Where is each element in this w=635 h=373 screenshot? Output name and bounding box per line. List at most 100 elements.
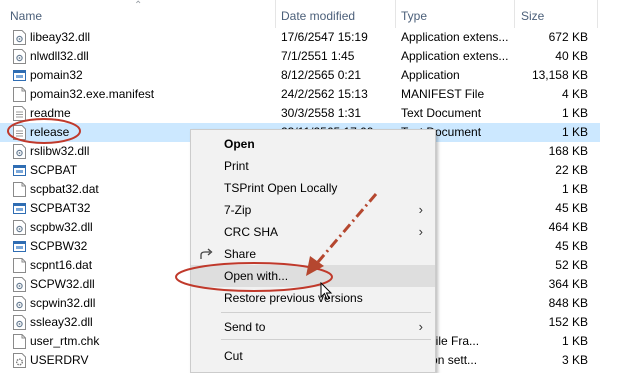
file-size: 1 KB	[561, 125, 588, 139]
file-size: 364 KB	[548, 277, 588, 291]
file-type: Application extens...	[401, 49, 509, 63]
menu-item-restore-previous-versions[interactable]: Restore previous versions	[191, 287, 435, 309]
file-type: Application extens...	[401, 30, 509, 44]
menu-item-label: Restore previous versions	[224, 291, 363, 305]
column-header-name[interactable]: Name	[10, 9, 42, 23]
file-size: 52 KB	[555, 258, 588, 272]
dll-file-icon	[13, 144, 26, 159]
file-row[interactable]: libeay32.dll 17/6/2547 15:19 Application e…	[0, 28, 600, 47]
file-size: 848 KB	[548, 296, 588, 310]
menu-item-label: Send to	[224, 320, 266, 334]
application-icon	[13, 201, 26, 216]
file-size: 1 KB	[561, 106, 588, 120]
menu-item-share[interactable]: Share	[191, 243, 435, 265]
blank-file-icon	[13, 182, 26, 197]
file-name: readme	[30, 106, 71, 120]
column-divider[interactable]	[514, 0, 515, 28]
column-divider[interactable]	[275, 0, 276, 28]
file-date-modified: 17/6/2547 15:19	[281, 30, 368, 44]
file-name: user_rtm.chk	[30, 334, 100, 348]
file-name: rslibw32.dll	[30, 144, 90, 158]
text-file-icon	[13, 106, 26, 121]
file-size: 40 KB	[555, 49, 588, 63]
menu-item-cut[interactable]: Cut	[191, 345, 435, 367]
mouse-cursor-icon	[320, 282, 333, 301]
file-name: ssleay32.dll	[30, 315, 93, 329]
menu-item-label: Open	[224, 137, 255, 151]
file-name: nlwdll32.dll	[30, 49, 89, 63]
file-size: 45 KB	[555, 201, 588, 215]
menu-item-label: CRC SHA	[224, 225, 279, 239]
file-date-modified: 30/3/2558 1:31	[281, 106, 362, 120]
file-size: 672 KB	[548, 30, 588, 44]
column-divider[interactable]	[597, 0, 598, 28]
file-size: 464 KB	[548, 220, 588, 234]
blank-file-icon	[13, 258, 26, 273]
text-file-icon	[13, 125, 26, 140]
file-row[interactable]: pomain32 8/12/2565 0:21 Application 13,158 …	[0, 66, 600, 85]
file-size: 45 KB	[555, 239, 588, 253]
file-name: pomain32.exe.manifest	[30, 87, 155, 101]
chevron-right-icon: ›	[418, 202, 423, 217]
sort-ascending-icon[interactable]: ⌃	[134, 0, 142, 11]
file-row[interactable]: pomain32.exe.manifest 24/2/2562 15:13 MANI…	[0, 85, 600, 104]
file-size: 1 KB	[561, 182, 588, 196]
file-name: release	[30, 125, 70, 139]
file-date-modified: 8/12/2565 0:21	[281, 68, 362, 82]
menu-item-label: TSPrint Open Locally	[224, 181, 338, 195]
file-row[interactable]: nlwdll32.dll 7/1/2551 1:45 Application ext…	[0, 47, 600, 66]
file-name: SCPBAT	[30, 163, 78, 177]
file-name: SCPBW32	[30, 239, 88, 253]
application-icon	[13, 239, 26, 254]
menu-item-label: Share	[224, 247, 257, 261]
file-name: scpbw32.dll	[30, 220, 93, 234]
dll-file-icon	[13, 220, 26, 235]
blank-file-icon	[13, 334, 26, 349]
blank-file-icon	[13, 87, 26, 102]
column-header-bar: ⌃ Name Date modified Type Size	[0, 0, 635, 28]
file-type: Application	[401, 68, 460, 82]
chevron-right-icon: ›	[418, 224, 423, 239]
menu-item-open-with[interactable]: Open with...	[191, 265, 435, 287]
file-size: 3 KB	[561, 353, 588, 367]
file-date-modified: 7/1/2551 1:45	[281, 49, 355, 63]
menu-item-7-zip[interactable]: 7-Zip ›	[191, 199, 435, 221]
dll-file-icon	[13, 49, 26, 64]
file-date-modified: 24/2/2562 15:13	[281, 87, 368, 101]
file-name: scpnt16.dat	[30, 258, 93, 272]
config-file-icon	[13, 353, 26, 368]
file-type: Text Document	[401, 106, 482, 120]
file-name: SCPW32.dll	[30, 277, 95, 291]
menu-item-open[interactable]: Open	[191, 133, 435, 155]
column-divider[interactable]	[395, 0, 396, 28]
menu-separator	[221, 339, 431, 340]
menu-separator	[221, 312, 431, 313]
menu-item-label: Cut	[224, 349, 243, 363]
dll-file-icon	[13, 315, 26, 330]
file-type: MANIFEST File	[401, 87, 485, 101]
file-size: 4 KB	[561, 87, 588, 101]
column-header-type[interactable]: Type	[401, 9, 427, 23]
file-size: 13,158 KB	[531, 68, 588, 82]
menu-item-tsprint-open-locally[interactable]: TSPrint Open Locally	[191, 177, 435, 199]
file-name: scpwin32.dll	[30, 296, 96, 310]
application-icon	[13, 163, 26, 178]
menu-item-label: 7-Zip	[224, 203, 252, 217]
menu-item-crc-sha[interactable]: CRC SHA ›	[191, 221, 435, 243]
file-row[interactable]: readme 30/3/2558 1:31 Text Document 1 KB	[0, 104, 600, 123]
file-name: pomain32	[30, 68, 83, 82]
file-size: 168 KB	[548, 144, 588, 158]
file-size: 152 KB	[548, 315, 588, 329]
menu-item-print[interactable]: Print	[191, 155, 435, 177]
file-size: 1 KB	[561, 334, 588, 348]
dll-file-icon	[13, 30, 26, 45]
column-header-size[interactable]: Size	[521, 9, 544, 23]
file-name: USERDRV	[30, 353, 89, 367]
column-header-date[interactable]: Date modified	[281, 9, 355, 23]
file-name: SCPBAT32	[30, 201, 91, 215]
context-menu: Open Print TSPrint Open Locally 7-Zip › CRC S…	[190, 129, 436, 373]
file-size: 22 KB	[555, 163, 588, 177]
file-name: scpbat32.dat	[30, 182, 99, 196]
share-icon	[199, 246, 215, 262]
menu-item-send-to[interactable]: Send to ›	[191, 316, 435, 338]
